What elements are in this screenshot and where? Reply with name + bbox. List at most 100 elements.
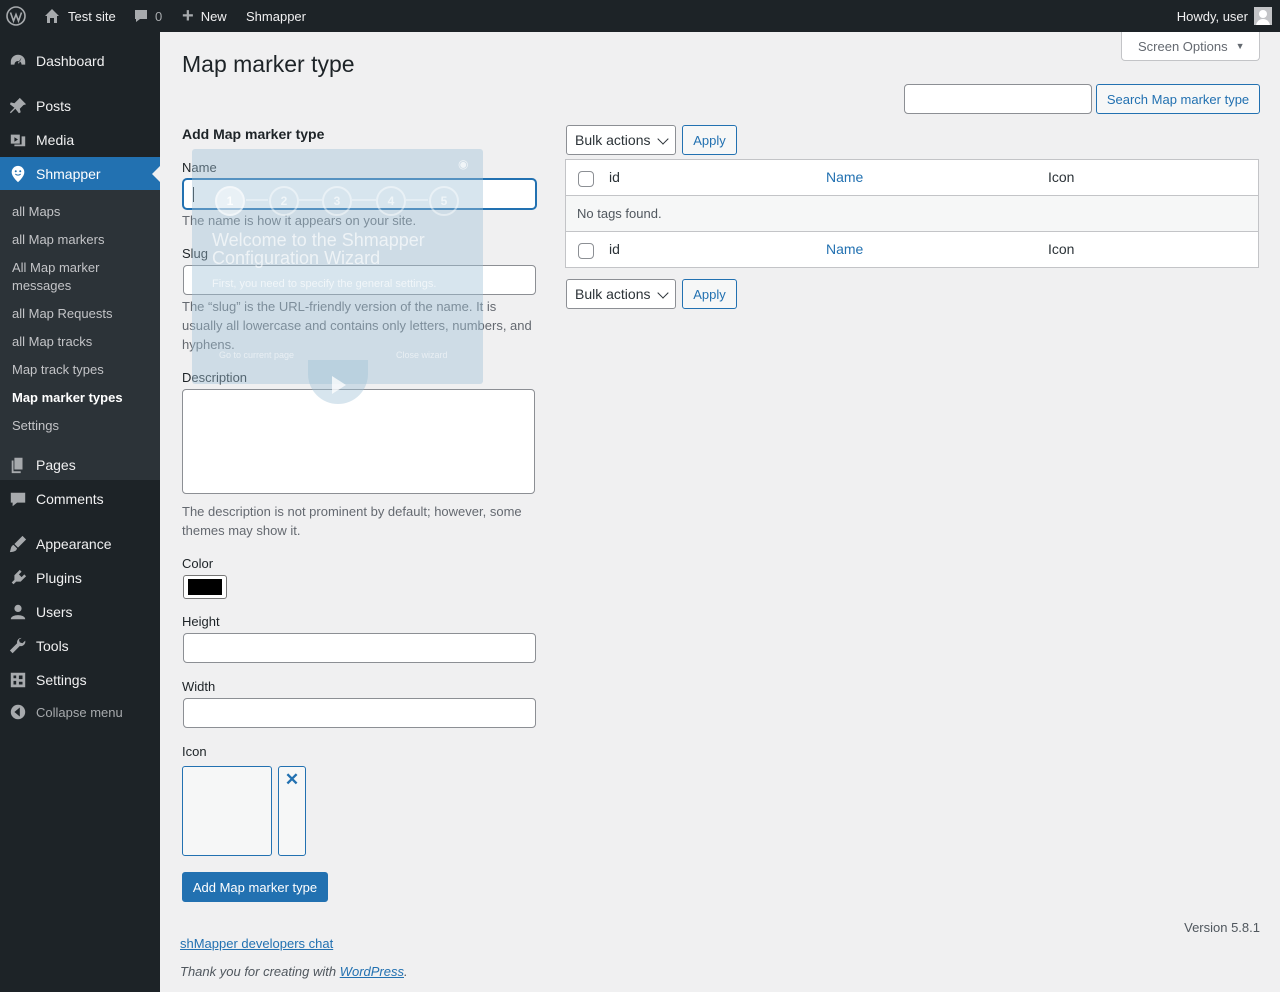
submenu-item-all-maps[interactable]: all Maps [12,203,152,221]
version-text: Version 5.8.1 [1184,920,1260,935]
column-footer-icon: Icon [1048,241,1075,257]
wizard-step-5[interactable]: 5 [429,186,459,216]
sidebar-item-settings[interactable]: Settings [0,663,160,697]
wizard-step-connector [299,199,322,201]
wizard-step-connector [246,199,268,201]
color-picker[interactable] [183,575,227,599]
submenu-item-map-marker-types[interactable]: Map marker types [12,389,152,407]
sidebar-item-appearance[interactable]: Appearance [0,527,160,561]
wordpress-logo-icon[interactable] [6,0,26,32]
column-header-name[interactable]: Name [826,169,863,185]
no-tags-message: No tags found. [577,206,662,221]
comments-link[interactable]: 0 [133,0,162,32]
configuration-wizard-overlay: ◉ 1 2 3 4 5 Welcome to the Shmapper Conf… [192,149,483,384]
screen-options-button[interactable]: Screen Options ▼ [1121,32,1260,61]
sidebar-item-posts[interactable]: Posts [0,89,160,123]
wizard-title: Welcome to the Shmapper Configuration Wi… [212,230,425,268]
select-all-checkbox-footer[interactable] [578,243,594,259]
screen-options-label: Screen Options [1138,38,1228,54]
form-title: Add Map marker type [182,126,325,142]
admin-bar: Test site 0 + New Shmapper Howdy, user [0,0,1280,32]
plugins-icon [9,569,27,587]
sidebar-item-label: Comments [36,491,104,507]
submenu-item-all-map-markers[interactable]: all Map markers [12,231,152,249]
column-footer-id: id [609,241,620,257]
settings-icon [9,671,27,689]
account-menu[interactable]: Howdy, user [1177,0,1272,32]
sidebar-item-pages[interactable]: Pages [0,448,160,482]
sidebar-item-label: Appearance [36,536,112,552]
chevron-down-icon [657,133,669,145]
users-icon [9,603,27,621]
bulk-actions-select-bottom[interactable]: Bulk actions [566,279,676,309]
dashboard-icon [9,52,27,70]
site-name-link[interactable]: Test site [44,0,116,32]
close-icon: ✕ [284,770,300,789]
collapse-icon [9,703,27,721]
wizard-step-connector [352,199,376,201]
search-input[interactable] [904,84,1092,114]
chevron-down-icon [657,287,669,299]
width-input[interactable] [183,698,536,728]
submenu-item-map-track-types[interactable]: Map track types [12,361,152,379]
sidebar-item-label: Media [36,132,75,148]
sidebar-item-shmapper[interactable]: Shmapper [0,157,160,191]
site-name: Test site [68,8,116,24]
wizard-go-link[interactable]: Go to current page [219,350,294,360]
icon-upload-box[interactable] [182,766,272,856]
sidebar-item-media[interactable]: Media [0,123,160,157]
howdy-text: Howdy, user [1176,8,1248,24]
new-label: New [200,8,227,24]
submenu-item-all-map-marker-messages[interactable]: All Map marker messages [12,259,152,295]
eye-icon[interactable]: ◉ [458,157,468,171]
sidebar-item-users[interactable]: Users [0,595,160,629]
collapse-menu-label: Collapse menu [36,704,123,720]
sidebar-item-tools[interactable]: Tools [0,629,160,663]
wizard-step-4[interactable]: 4 [376,186,406,216]
sidebar-item-label: Users [36,604,73,620]
sidebar-item-comments[interactable]: Comments [0,482,160,516]
wizard-step-3[interactable]: 3 [322,186,352,216]
plus-icon: + [182,5,194,27]
search-button[interactable]: Search Map marker type [1096,84,1260,114]
home-icon [45,9,59,23]
apply-button-bottom[interactable]: Apply [682,279,737,309]
submenu-item-all-map-requests[interactable]: all Map Requests [12,305,152,323]
width-label: Width [182,679,216,694]
wizard-step-1[interactable]: 1 [215,186,245,216]
bulk-actions-select-top[interactable]: Bulk actions [566,125,676,155]
shmapper-link[interactable]: Shmapper [246,0,306,32]
collapse-menu-button[interactable]: Collapse menu [0,695,160,729]
footer-thanks: Thank you for creating with WordPress. [180,964,408,979]
new-content-link[interactable]: + New [182,0,227,32]
table-row: No tags found. [566,196,1258,232]
description-textarea[interactable] [182,389,535,494]
sidebar-item-label: Settings [36,672,87,688]
submenu-item-all-map-tracks[interactable]: all Map tracks [12,333,152,351]
wizard-close-link[interactable]: Close wizard [396,350,448,360]
thanks-text: Thank you for creating with [180,964,340,979]
color-label: Color [182,556,214,571]
wordpress-link[interactable]: WordPress [340,964,404,979]
sidebar-item-label: Pages [36,457,76,473]
sidebar-item-label: Tools [36,638,69,654]
column-header-icon: Icon [1048,169,1075,185]
height-input[interactable] [183,633,536,663]
remove-icon-button[interactable]: ✕ [278,766,306,856]
select-all-checkbox[interactable] [578,171,594,187]
thanks-suffix: . [404,964,408,979]
sidebar-item-plugins[interactable]: Plugins [0,561,160,595]
developers-chat-link[interactable]: shMapper developers chat [180,936,333,951]
appearance-icon [9,535,27,553]
submenu-item-settings[interactable]: Settings [12,417,152,435]
apply-button-top[interactable]: Apply [682,125,737,155]
column-footer-name[interactable]: Name [826,241,863,257]
sidebar-item-label: Posts [36,98,72,114]
add-map-marker-type-button[interactable]: Add Map marker type [182,872,328,902]
bulk-actions-label: Bulk actions [575,132,651,148]
bulk-actions-label: Bulk actions [575,286,651,302]
column-header-id: id [609,169,620,185]
sidebar-item-dashboard[interactable]: Dashboard [0,44,160,78]
wizard-step-2[interactable]: 2 [269,186,299,216]
tools-icon [9,637,27,655]
